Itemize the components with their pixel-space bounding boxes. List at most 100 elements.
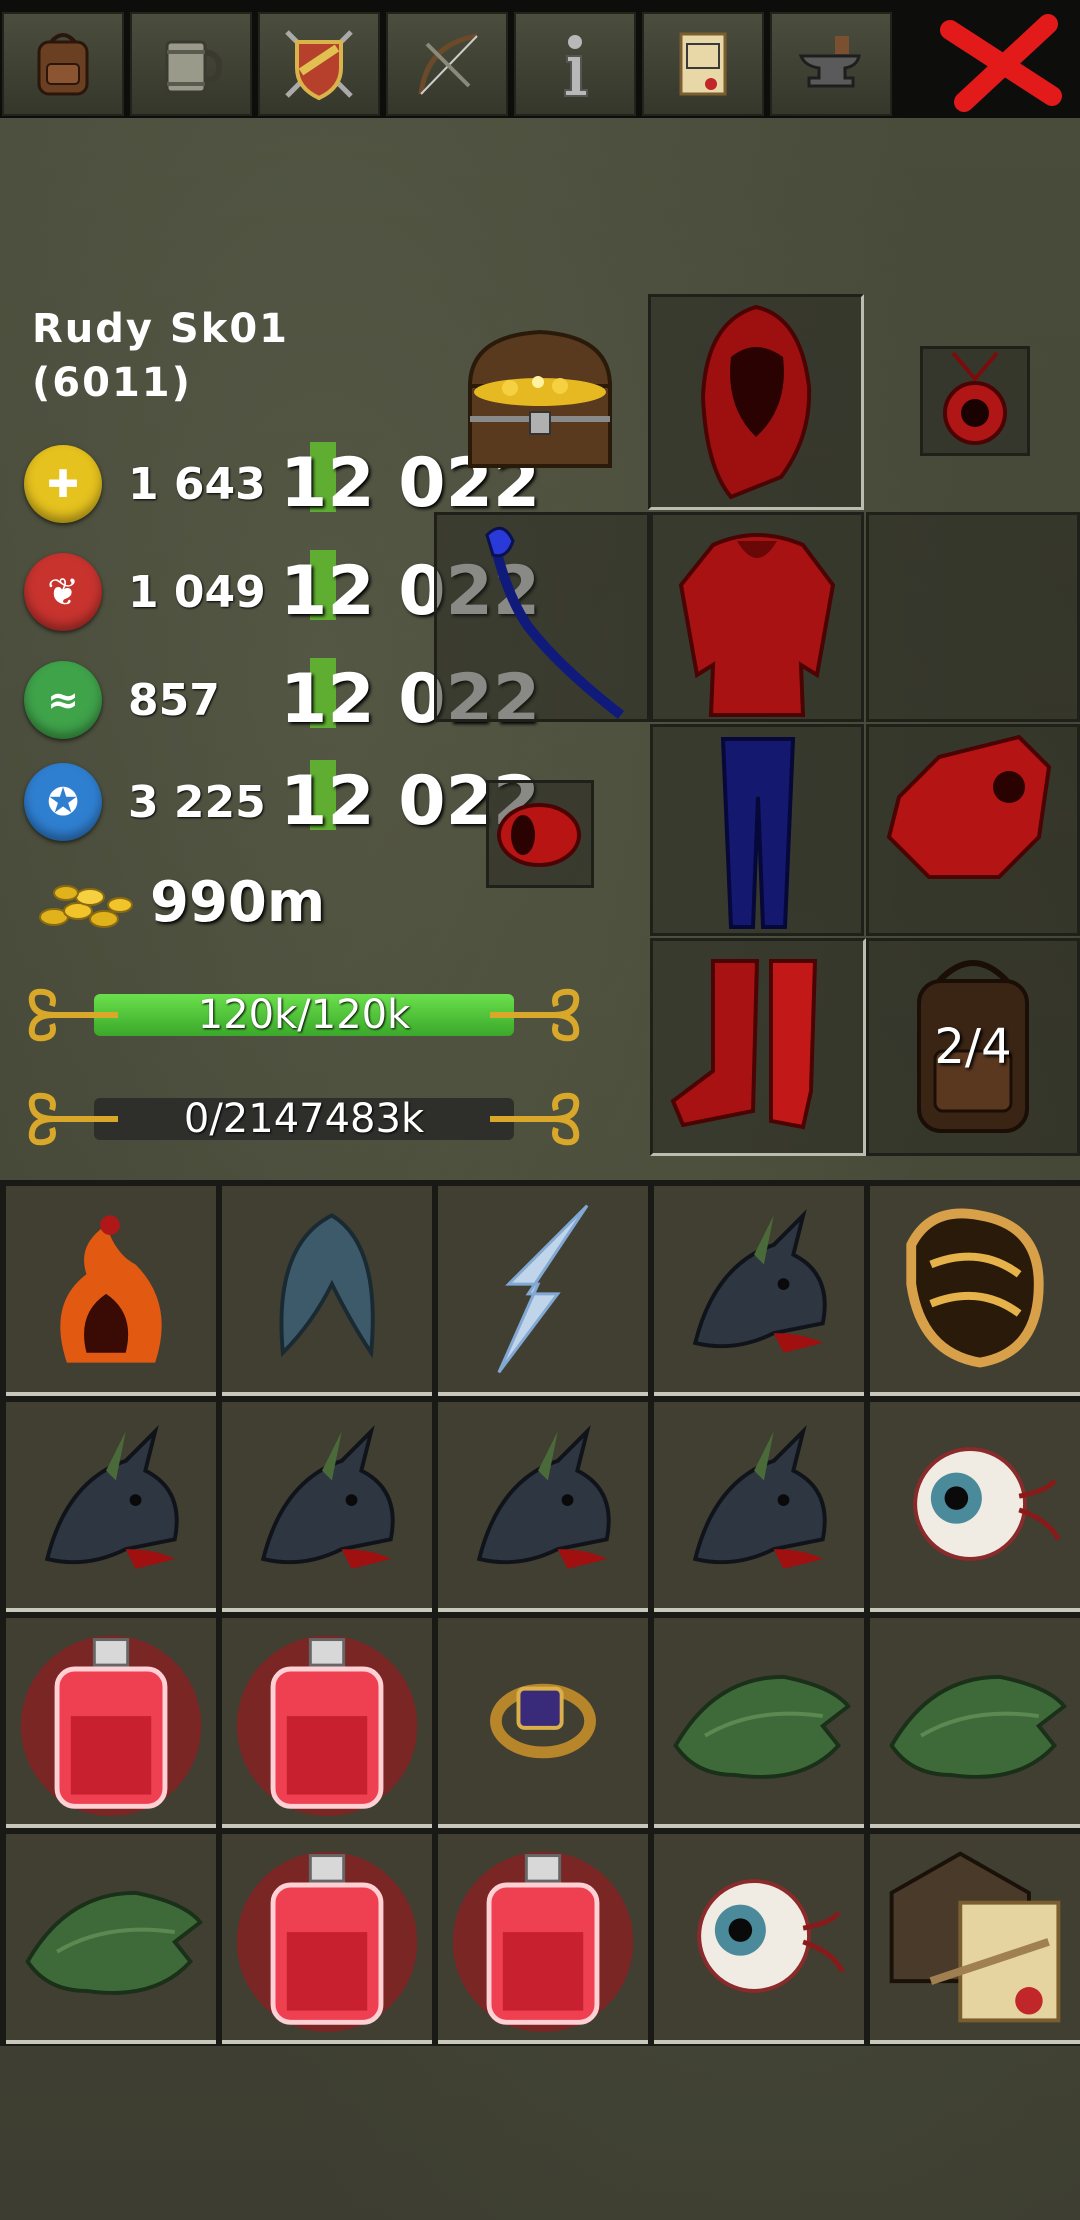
red-amulet-icon xyxy=(943,351,1007,445)
character-name: Rudy Sk01 xyxy=(32,306,289,352)
equip-slot-body[interactable] xyxy=(650,512,864,722)
red-gloves-icon xyxy=(886,734,1052,879)
inventory-slot[interactable] xyxy=(222,1618,432,1828)
shield-swords-icon xyxy=(260,14,378,114)
red-potion-icon xyxy=(236,1635,418,1817)
dragon-head-icon xyxy=(692,1425,827,1569)
backpack-slot-count: 2/4 xyxy=(934,1019,1012,1075)
flaming-figure-icon xyxy=(60,1215,162,1363)
stat-magic-value: 3 225 xyxy=(128,776,266,828)
red-potion-icon xyxy=(452,1851,634,2033)
gold-value: 990m xyxy=(150,869,326,935)
gold-ring-icon xyxy=(490,1683,596,1759)
backpack-icon xyxy=(4,14,122,114)
blue-staff-icon xyxy=(485,526,625,719)
inventory-slot[interactable] xyxy=(6,1834,216,2044)
bow-icon xyxy=(388,14,506,114)
red-bracer-icon xyxy=(497,803,581,867)
gold-coins-icon xyxy=(39,885,133,928)
green-scale-icon xyxy=(673,1674,852,1779)
equip-slot-backpack[interactable]: 2/4 xyxy=(866,938,1080,1156)
inventory-slot[interactable] xyxy=(222,1402,432,1612)
inventory-slot[interactable] xyxy=(6,1402,216,1612)
inventory-slot[interactable] xyxy=(222,1186,432,1396)
tab-bar xyxy=(0,0,1080,118)
tab-guild[interactable] xyxy=(258,12,380,116)
inventory-slot[interactable] xyxy=(6,1186,216,1396)
red-robe-icon xyxy=(678,533,836,717)
strength-orb-icon: ✚ xyxy=(24,445,102,523)
stash-chest-button[interactable] xyxy=(450,316,630,486)
dragon-head-icon xyxy=(260,1425,395,1569)
info-icon xyxy=(516,14,634,114)
red-boots-icon xyxy=(670,959,818,1130)
eyeball-icon xyxy=(697,1879,845,1993)
dragon-head-icon xyxy=(692,1209,827,1353)
red-potion-icon xyxy=(20,1635,202,1817)
stat-strength: ✚ 1 643 xyxy=(24,444,266,524)
dexterity-orb-icon: ❦ xyxy=(24,553,102,631)
health-bar-label: 120k/120k xyxy=(197,992,411,1038)
stat-strength-value: 1 643 xyxy=(128,458,266,510)
eyeball-icon xyxy=(913,1447,1061,1561)
golden-armor-icon xyxy=(906,1208,1044,1368)
dragon-head-icon xyxy=(44,1425,179,1569)
red-potion-icon xyxy=(236,1851,418,2033)
health-bar: 120k/120k xyxy=(14,984,594,1046)
stat-dexterity: ❦ 1 049 xyxy=(24,552,266,632)
character-level: (6011) xyxy=(32,360,192,406)
stat-magic: ✪ 3 225 xyxy=(24,762,266,842)
inventory-slot[interactable] xyxy=(870,1834,1080,2044)
treasure-chest-icon xyxy=(467,329,613,468)
magic-orb-icon: ✪ xyxy=(24,763,102,841)
stat-vitality: ≈ 857 xyxy=(24,660,220,740)
experience-bar: 0/2147483k xyxy=(14,1088,594,1150)
close-icon xyxy=(940,14,1062,112)
house-deed-icon xyxy=(889,1851,1061,2023)
tab-backpack[interactable] xyxy=(2,12,124,116)
inventory-slot[interactable] xyxy=(870,1186,1080,1396)
lightning-icon xyxy=(497,1204,589,1374)
inventory-slot[interactable] xyxy=(870,1402,1080,1612)
blue-hood-icon xyxy=(279,1213,375,1359)
inventory-slot[interactable] xyxy=(222,1834,432,2044)
inventory-slot[interactable] xyxy=(438,1834,648,2044)
equip-slot-amulet[interactable] xyxy=(920,346,1030,456)
tankard-icon xyxy=(132,14,250,114)
equip-slot-legs[interactable] xyxy=(650,724,864,936)
tab-crafting[interactable] xyxy=(770,12,892,116)
gold-row: 990m xyxy=(24,862,325,942)
inventory-slot[interactable] xyxy=(654,1618,864,1828)
equip-slot-head[interactable] xyxy=(648,294,864,510)
vitality-orb-icon: ≈ xyxy=(24,661,102,739)
equip-slot-weapon[interactable] xyxy=(434,512,650,722)
red-hood-icon xyxy=(700,304,812,500)
inventory-slot[interactable] xyxy=(654,1186,864,1396)
inventory-slot[interactable] xyxy=(654,1834,864,2044)
anvil-icon xyxy=(772,14,890,114)
equip-slot-bracer[interactable] xyxy=(486,780,594,888)
character-name-block: Rudy Sk01 (6011) xyxy=(32,302,289,410)
equip-slot-offhand[interactable] xyxy=(866,512,1080,722)
inventory-slot[interactable] xyxy=(438,1618,648,1828)
experience-bar-label: 0/2147483k xyxy=(183,1096,425,1142)
inventory-grid xyxy=(0,1180,1080,2046)
tab-tavern[interactable] xyxy=(130,12,252,116)
blue-pants-icon xyxy=(720,737,796,929)
tab-quests[interactable] xyxy=(642,12,764,116)
dragon-head-icon xyxy=(476,1425,611,1569)
green-scale-icon xyxy=(25,1890,204,1995)
tab-skills[interactable] xyxy=(386,12,508,116)
inventory-slot[interactable] xyxy=(438,1402,648,1612)
equip-slot-gloves[interactable] xyxy=(866,724,1080,936)
inventory-slot[interactable] xyxy=(654,1402,864,1612)
scroll-icon xyxy=(644,14,762,114)
inventory-slot[interactable] xyxy=(6,1618,216,1828)
tab-info[interactable] xyxy=(514,12,636,116)
inventory-screen: { "tabs": [ {"name": "backpack", "icon":… xyxy=(0,0,1080,2220)
inventory-slot[interactable] xyxy=(870,1618,1080,1828)
close-button[interactable] xyxy=(930,6,1070,114)
green-scale-icon xyxy=(889,1674,1068,1779)
equip-slot-boots[interactable] xyxy=(650,938,866,1156)
inventory-slot[interactable] xyxy=(438,1186,648,1396)
